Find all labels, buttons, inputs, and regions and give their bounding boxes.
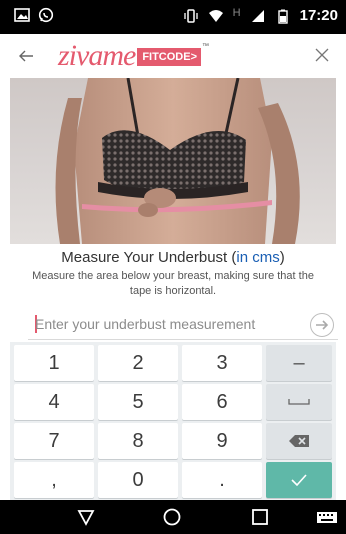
back-button[interactable] bbox=[18, 46, 38, 66]
keyboard-icon bbox=[317, 512, 337, 523]
gallery-notification-icon bbox=[14, 8, 30, 22]
network-type-label: H bbox=[232, 6, 241, 19]
measurement-illustration bbox=[55, 78, 300, 244]
key-minus[interactable]: – bbox=[266, 345, 332, 381]
logo-word: zivame bbox=[58, 39, 136, 72]
instruction-text: Measure the area below your breast, maki… bbox=[32, 270, 314, 297]
circle-home-icon bbox=[163, 508, 181, 526]
backspace-icon bbox=[289, 435, 309, 447]
key-9[interactable]: 9 bbox=[182, 423, 262, 459]
key-3[interactable]: 3 bbox=[182, 345, 262, 381]
logo-badge-arrow: > bbox=[190, 51, 198, 63]
backspace-key[interactable] bbox=[266, 423, 332, 459]
app-header: zivame FITCODE> ™ bbox=[0, 34, 346, 78]
logo-badge-text: FITCODE bbox=[142, 51, 191, 63]
zivame-fitcode-logo: zivame FITCODE> ™ bbox=[58, 39, 210, 72]
triangle-back-icon bbox=[77, 510, 95, 526]
key-6[interactable]: 6 bbox=[182, 384, 262, 420]
title-suffix: ) bbox=[279, 249, 285, 266]
logo-trademark: ™ bbox=[202, 43, 210, 50]
keyboard-switch-button[interactable] bbox=[316, 507, 338, 527]
close-icon bbox=[315, 48, 329, 62]
measurement-input-row bbox=[28, 310, 338, 340]
status-bar: H 17:20 bbox=[0, 0, 346, 34]
logo-badge: FITCODE> bbox=[137, 48, 202, 66]
nav-back-button[interactable] bbox=[76, 507, 96, 527]
numeric-keyboard: 1 2 3 – 4 5 6 7 8 9 , 0 . bbox=[10, 342, 336, 500]
done-key[interactable] bbox=[266, 462, 332, 498]
status-time: 17:20 bbox=[299, 7, 338, 24]
space-icon bbox=[288, 399, 310, 405]
key-5[interactable]: 5 bbox=[98, 384, 178, 420]
key-1[interactable]: 1 bbox=[14, 345, 94, 381]
square-recents-icon bbox=[252, 509, 268, 525]
whatsapp-notification-icon bbox=[38, 7, 54, 23]
arrow-left-icon bbox=[19, 50, 33, 62]
wifi-icon bbox=[208, 9, 223, 22]
key-0[interactable]: 0 bbox=[98, 462, 178, 498]
nav-home-button[interactable] bbox=[162, 507, 182, 527]
unit-label: in cms bbox=[236, 249, 280, 266]
arrow-right-icon bbox=[316, 320, 329, 330]
space-key[interactable] bbox=[266, 384, 332, 420]
check-icon bbox=[291, 474, 307, 486]
title-prefix: Measure Your Underbust ( bbox=[61, 249, 237, 266]
key-period[interactable]: . bbox=[182, 462, 262, 498]
cell-signal-icon bbox=[251, 9, 264, 22]
system-nav-bar bbox=[0, 500, 346, 534]
key-7[interactable]: 7 bbox=[14, 423, 94, 459]
underbust-input[interactable] bbox=[35, 313, 297, 335]
underbust-measurement-photo bbox=[10, 78, 336, 244]
battery-icon bbox=[277, 9, 288, 24]
key-comma[interactable]: , bbox=[14, 462, 94, 498]
key-8[interactable]: 8 bbox=[98, 423, 178, 459]
page-title: Measure Your Underbust (in cms) bbox=[0, 249, 346, 266]
key-2[interactable]: 2 bbox=[98, 345, 178, 381]
close-button[interactable] bbox=[312, 45, 332, 65]
nav-recents-button[interactable] bbox=[250, 507, 270, 527]
submit-button[interactable] bbox=[310, 313, 334, 337]
vibrate-icon bbox=[184, 8, 198, 23]
key-4[interactable]: 4 bbox=[14, 384, 94, 420]
